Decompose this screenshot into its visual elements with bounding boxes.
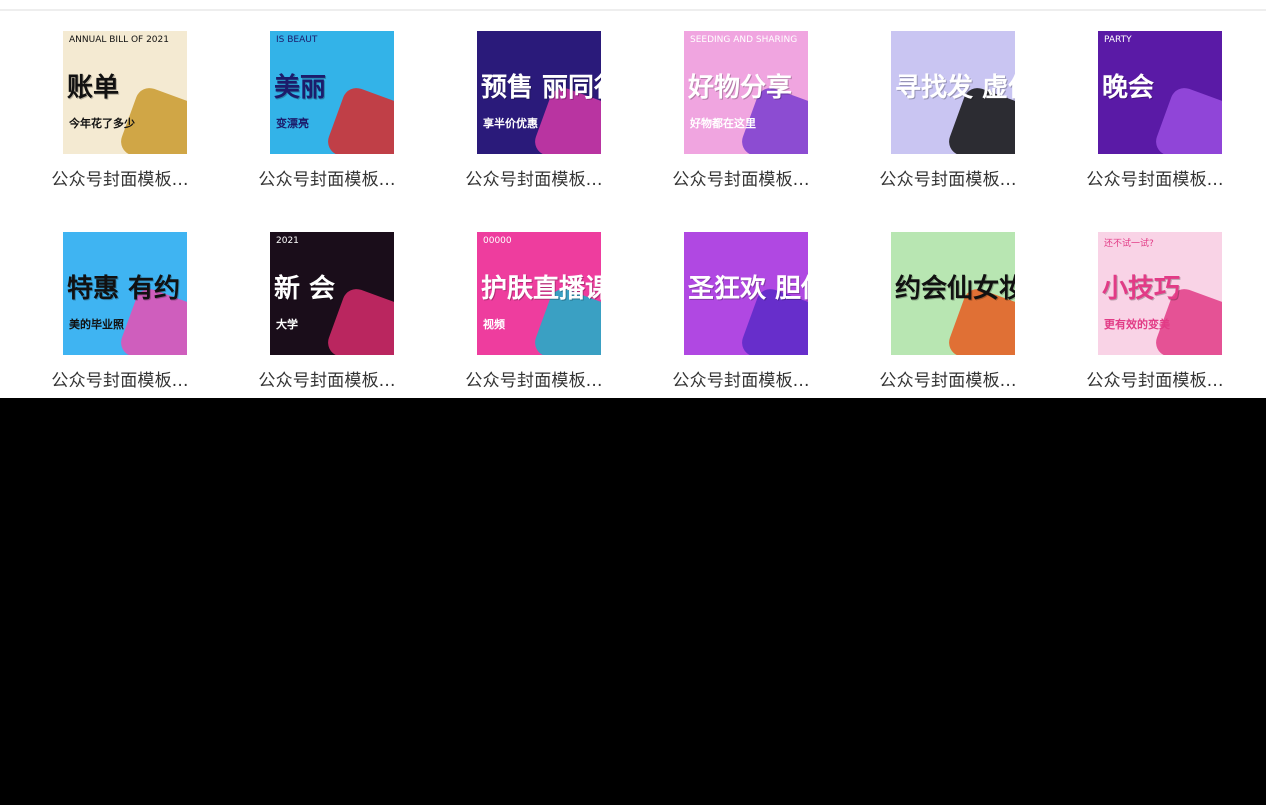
thumbnail-headline: 预售 丽同行 bbox=[481, 73, 601, 103]
thumbnail-headline: 晚会 bbox=[1102, 73, 1155, 103]
template-panel: ANNUAL BILL OF 2021 账单 今年花了多少 公众号封面模板... IS … bbox=[0, 0, 1266, 398]
thumbnail-top-text: 00000 bbox=[483, 236, 512, 246]
thumbnail-top-text: SEEDING AND SHARING bbox=[690, 35, 798, 45]
template-card[interactable]: PARTY 晚会公众号封面模板... bbox=[1065, 31, 1245, 201]
template-thumbnail[interactable]: ANNUAL BILL OF 2021 账单今年花了多少 bbox=[63, 31, 187, 154]
template-label[interactable]: 公众号封面模板... bbox=[30, 165, 210, 190]
template-thumbnail[interactable]: 特惠 有约美的毕业照 bbox=[63, 232, 187, 355]
thumbnail-art: 还不试一试? 小技巧更有效的变美 bbox=[1098, 232, 1222, 355]
template-thumbnail[interactable]: 预售 丽同行享半价优惠 bbox=[477, 31, 601, 154]
thumbnail-headline: 好物分享 bbox=[688, 73, 793, 103]
thumbnail-art: 约会仙女妆 必看!! bbox=[891, 232, 1015, 355]
template-label[interactable]: 公众号封面模板... bbox=[858, 165, 1038, 190]
thumbnail-subtext: 享半价优惠 bbox=[483, 117, 538, 130]
thumbnail-headline: 约会仙女妆 必看!! bbox=[895, 274, 1015, 304]
thumbnail-headline: 小技巧 bbox=[1102, 274, 1181, 304]
template-thumbnail[interactable]: 00000 护肤直播课视频 bbox=[477, 232, 601, 355]
template-thumbnail[interactable]: 圣狂欢 胆你就 bbox=[684, 232, 808, 355]
thumbnail-subtext: 美的毕业照 bbox=[69, 318, 124, 331]
thumbnail-headline: 特惠 有约 bbox=[67, 274, 181, 304]
template-label[interactable]: 公众号封面模板... bbox=[1065, 165, 1245, 190]
template-card[interactable]: IS BEAUT 美丽变漂亮公众号封面模板... bbox=[237, 31, 417, 201]
thumbnail-art: SEEDING AND SHARING 好物分享好物都在这里 bbox=[684, 31, 808, 154]
template-label[interactable]: 公众号封面模板... bbox=[444, 366, 624, 391]
thumbnail-subtext: 视频 bbox=[483, 318, 505, 331]
template-card[interactable]: ANNUAL BILL OF 2021 账单今年花了多少公众号封面模板... bbox=[30, 31, 210, 201]
thumbnail-subtext: 大学 bbox=[276, 318, 298, 331]
thumbnail-art: 00000 护肤直播课视频 bbox=[477, 232, 601, 355]
thumbnail-top-text: PARTY bbox=[1104, 35, 1132, 45]
template-label[interactable]: 公众号封面模板... bbox=[651, 366, 831, 391]
thumbnail-top-text: 还不试一试? bbox=[1104, 239, 1154, 249]
template-card[interactable]: 圣狂欢 胆你就公众号封面模板... bbox=[651, 232, 831, 402]
thumbnail-accent-shape bbox=[1152, 84, 1222, 154]
thumbnail-top-text: IS BEAUT bbox=[276, 35, 318, 45]
template-card[interactable]: 2021 新 会大学公众号封面模板... bbox=[237, 232, 417, 402]
thumbnail-headline: 护肤直播课 bbox=[481, 274, 601, 304]
template-grid: ANNUAL BILL OF 2021 账单 今年花了多少 公众号封面模板... IS … bbox=[0, 0, 1266, 398]
thumbnail-art: 预售 丽同行享半价优惠 bbox=[477, 31, 601, 154]
template-label[interactable]: 公众号封面模板... bbox=[237, 366, 417, 391]
thumbnail-headline: 账单 bbox=[67, 73, 120, 103]
template-thumbnail[interactable]: SEEDING AND SHARING 好物分享好物都在这里 bbox=[684, 31, 808, 154]
thumbnail-art: 2021 新 会大学 bbox=[270, 232, 394, 355]
template-label[interactable]: 公众号封面模板... bbox=[444, 165, 624, 190]
template-label[interactable]: 公众号封面模板... bbox=[858, 366, 1038, 391]
thumbnail-headline: 圣狂欢 胆你就 bbox=[688, 274, 808, 304]
thumbnail-art: PARTY 晚会 bbox=[1098, 31, 1222, 154]
thumbnail-headline: 美丽 bbox=[274, 73, 327, 103]
thumbnail-accent-shape bbox=[324, 84, 394, 154]
template-label[interactable]: 公众号封面模板... bbox=[30, 366, 210, 391]
template-thumbnail[interactable]: PARTY 晚会 bbox=[1098, 31, 1222, 154]
template-card[interactable]: 特惠 有约美的毕业照公众号封面模板... bbox=[30, 232, 210, 402]
thumbnail-top-text: ANNUAL BILL OF 2021 bbox=[69, 35, 169, 45]
template-card[interactable]: 00000 护肤直播课视频公众号封面模板... bbox=[444, 232, 624, 402]
thumbnail-subtext: 好物都在这里 bbox=[690, 117, 756, 130]
thumbnail-headline: 寻找发 虚位 bbox=[895, 73, 1015, 103]
template-thumbnail[interactable]: IS BEAUT 美丽变漂亮 bbox=[270, 31, 394, 154]
thumbnail-subtext: 变漂亮 bbox=[276, 117, 309, 130]
thumbnail-top-text: 2021 bbox=[276, 236, 299, 246]
thumbnail-subtext: 今年花了多少 bbox=[69, 117, 135, 130]
thumbnail-art: IS BEAUT 美丽变漂亮 bbox=[270, 31, 394, 154]
template-label[interactable]: 公众号封面模板... bbox=[237, 165, 417, 190]
template-label[interactable]: 公众号封面模板... bbox=[1065, 366, 1245, 391]
thumbnail-art: 特惠 有约美的毕业照 bbox=[63, 232, 187, 355]
template-card[interactable]: 还不试一试? 小技巧更有效的变美公众号封面模板... bbox=[1065, 232, 1245, 402]
thumbnail-art: 圣狂欢 胆你就 bbox=[684, 232, 808, 355]
template-thumbnail[interactable]: 2021 新 会大学 bbox=[270, 232, 394, 355]
template-thumbnail[interactable]: 还不试一试? 小技巧更有效的变美 bbox=[1098, 232, 1222, 355]
template-card[interactable]: 寻找发 虚位公众号封面模板... bbox=[858, 31, 1038, 201]
template-thumbnail[interactable]: 寻找发 虚位 bbox=[891, 31, 1015, 154]
thumbnail-art: ANNUAL BILL OF 2021 账单今年花了多少 bbox=[63, 31, 187, 154]
template-label[interactable]: 公众号封面模板... bbox=[651, 165, 831, 190]
template-card[interactable]: 预售 丽同行享半价优惠公众号封面模板... bbox=[444, 31, 624, 201]
thumbnail-art: 寻找发 虚位 bbox=[891, 31, 1015, 154]
thumbnail-subtext: 更有效的变美 bbox=[1104, 318, 1170, 331]
thumbnail-headline: 新 会 bbox=[274, 274, 336, 304]
template-thumbnail[interactable]: 约会仙女妆 必看!! bbox=[891, 232, 1015, 355]
template-card[interactable]: SEEDING AND SHARING 好物分享好物都在这里公众号封面模板... bbox=[651, 31, 831, 201]
template-card[interactable]: 约会仙女妆 必看!! 公众号封面模板... bbox=[858, 232, 1038, 402]
